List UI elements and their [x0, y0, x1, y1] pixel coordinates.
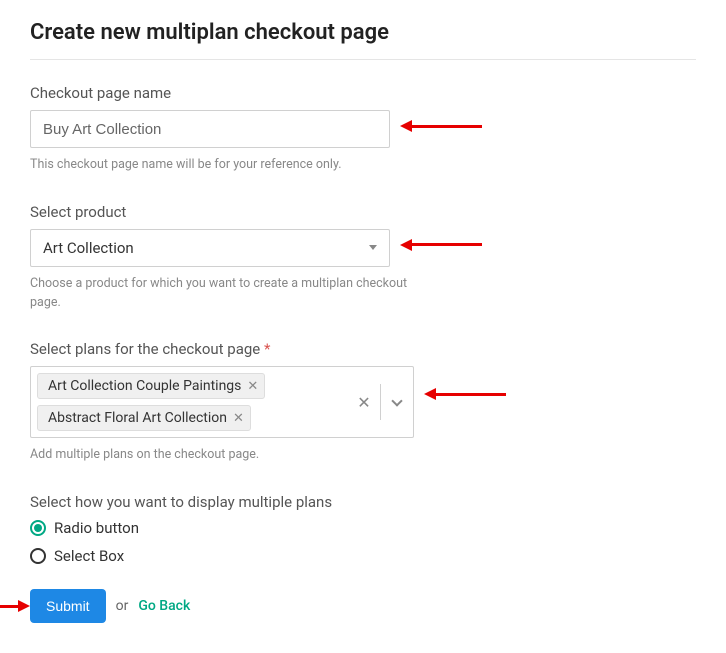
- plans-help: Add multiple plans on the checkout page.: [30, 446, 430, 465]
- arrow-annotation-icon: [400, 239, 482, 251]
- display-mode-label: Select how you want to display multiple …: [30, 493, 696, 511]
- or-text: or: [116, 598, 129, 614]
- plan-chip-label: Abstract Floral Art Collection: [48, 410, 227, 426]
- checkout-name-help: This checkout page name will be for your…: [30, 156, 430, 175]
- radio-option-select-box[interactable]: Select Box: [30, 547, 696, 565]
- go-back-link[interactable]: Go Back: [138, 598, 190, 614]
- radio-icon: [30, 520, 46, 536]
- product-help: Choose a product for which you want to c…: [30, 275, 430, 313]
- plan-chip: Abstract Floral Art Collection ✕: [37, 405, 251, 431]
- submit-button[interactable]: Submit: [30, 589, 106, 623]
- field-product: Select product Art Collection Choose a p…: [30, 203, 696, 313]
- plans-controls: ✕: [348, 367, 413, 437]
- product-label: Select product: [30, 203, 696, 221]
- radio-label: Select Box: [54, 547, 124, 565]
- plans-label: Select plans for the checkout page *: [30, 340, 696, 358]
- plans-clear-button[interactable]: ✕: [348, 367, 380, 437]
- caret-down-icon: [369, 245, 377, 250]
- form-actions: Submit or Go Back: [30, 589, 696, 623]
- product-select-value: Art Collection: [43, 239, 369, 257]
- checkout-name-label: Checkout page name: [30, 84, 696, 102]
- radio-icon: [30, 548, 46, 564]
- divider: [30, 59, 696, 60]
- chip-remove-icon[interactable]: ✕: [247, 380, 258, 393]
- plans-dropdown-toggle[interactable]: [381, 367, 413, 437]
- plans-multiselect[interactable]: Art Collection Couple Paintings ✕ Abstra…: [30, 366, 414, 438]
- plan-chip-label: Art Collection Couple Paintings: [48, 378, 241, 394]
- close-icon: ✕: [357, 393, 370, 412]
- plans-chips-area: Art Collection Couple Paintings ✕ Abstra…: [31, 367, 348, 437]
- plan-chip: Art Collection Couple Paintings ✕: [37, 373, 265, 399]
- chevron-down-icon: [391, 395, 402, 406]
- required-icon: *: [264, 340, 270, 358]
- chip-remove-icon[interactable]: ✕: [233, 412, 244, 425]
- arrow-annotation-icon: [424, 388, 506, 400]
- checkout-name-input[interactable]: [30, 110, 390, 148]
- field-checkout-name: Checkout page name This checkout page na…: [30, 84, 696, 175]
- page-title: Create new multiplan checkout page: [30, 20, 696, 45]
- arrow-annotation-icon: [400, 120, 482, 132]
- field-plans: Select plans for the checkout page * Art…: [30, 340, 696, 465]
- radio-label: Radio button: [54, 519, 139, 537]
- arrow-annotation-icon: [0, 600, 30, 612]
- plans-label-text: Select plans for the checkout page: [30, 340, 260, 358]
- product-select[interactable]: Art Collection: [30, 229, 390, 267]
- radio-option-radio-button[interactable]: Radio button: [30, 519, 696, 537]
- field-display-mode: Select how you want to display multiple …: [30, 493, 696, 565]
